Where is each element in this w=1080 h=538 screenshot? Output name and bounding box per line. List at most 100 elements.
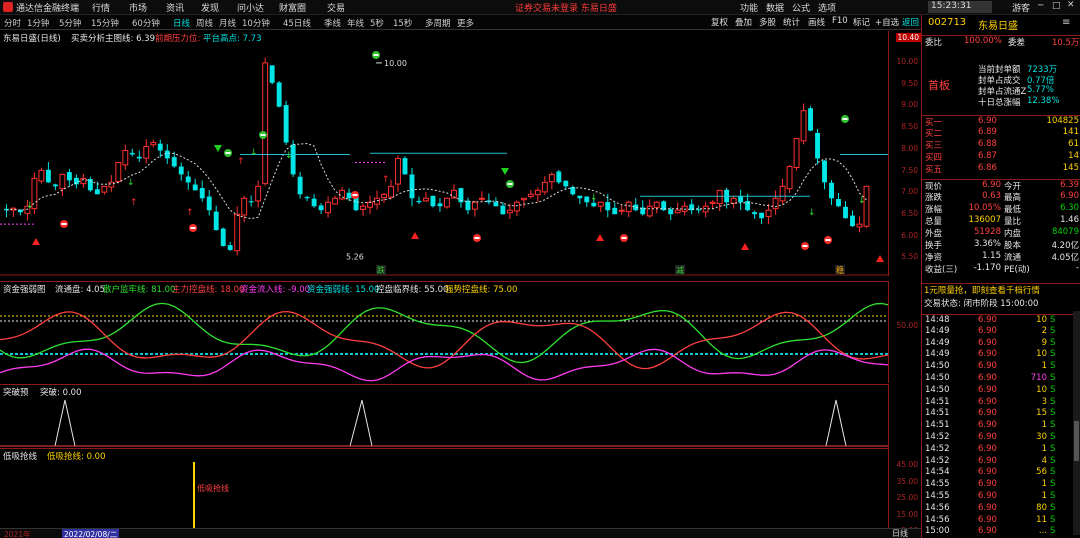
menu-item-5[interactable]: 财富圈 (279, 1, 306, 14)
period-tab-12[interactable]: 5秒 (370, 17, 384, 29)
candle (430, 195, 436, 208)
period-tab-9[interactable]: 45日线 (283, 17, 311, 29)
period-tab-4[interactable]: 60分钟 (132, 17, 160, 29)
candle (185, 170, 191, 190)
breakout-chart[interactable] (0, 396, 888, 448)
tick-time: 14:49 (925, 325, 950, 336)
menu-item-0[interactable]: 行情 (92, 1, 110, 14)
price-tick-0: 10.00 (896, 57, 918, 66)
ad-text[interactable]: 1元限量抢，即刻查看千档行情 (924, 284, 1040, 296)
fund-strength-chart[interactable] (0, 293, 888, 383)
stat-value: 4.20亿 (1051, 241, 1079, 251)
candle (339, 186, 346, 201)
toolbar-btn-6[interactable]: 标记 (853, 16, 870, 28)
candle (297, 171, 303, 199)
close-icon[interactable]: ✕ (1067, 0, 1075, 10)
menu-item-6[interactable]: 交易 (327, 1, 345, 14)
candlestick-chart[interactable]: 10.00 5.26 ↓ ↓ ↓ ↓ ↓ ↓ ↓ ↑ ↑ ↑ ↑ 跌 减 稳 (0, 43, 888, 276)
toolbar-btn-0[interactable]: 复权 (711, 16, 728, 28)
period-tab-15[interactable]: 更多 (457, 17, 474, 29)
buy-signal-icon (411, 232, 419, 239)
candle (822, 160, 827, 190)
period-tab-5[interactable]: 日线 (173, 17, 190, 29)
candle (548, 172, 555, 190)
panel-menu-icon[interactable]: ≡ (1062, 17, 1070, 28)
candle (129, 148, 135, 157)
right-menu-1[interactable]: 数据 (766, 1, 784, 14)
right-menu-2[interactable]: 公式 (792, 1, 810, 14)
scroll-thumb[interactable] (1074, 421, 1079, 461)
tick-row: 14:55 6.90 1 S (922, 479, 1080, 490)
tick-side: S (1050, 420, 1056, 431)
buy-order-volume: 145 (1062, 163, 1079, 173)
app-logo-icon (3, 2, 13, 12)
candle (143, 139, 150, 164)
candle (815, 128, 820, 165)
candle (367, 195, 373, 215)
tick-row: 14:48 6.90 10 S (922, 314, 1080, 325)
app-window: { "app":{"title":"通达信金融终端","logo_icon":"… (0, 0, 1080, 538)
period-tab-10[interactable]: 季线 (324, 17, 341, 29)
period-tab-6[interactable]: 周线 (196, 17, 213, 29)
candle (793, 138, 800, 171)
candle (800, 103, 807, 145)
toolbar-btn-1[interactable]: 叠加 (735, 16, 752, 28)
right-menu-3[interactable]: 选项 (818, 1, 836, 14)
toolbar-btn-3[interactable]: 统计 (783, 16, 800, 28)
candle (471, 200, 478, 217)
tick-side: S (1050, 467, 1056, 478)
buy-order-row[interactable]: 买一 6.90 104825 (922, 115, 1080, 128)
weibi-row: 委比 100.00% 委差 10.5万 (922, 35, 1080, 48)
minimize-icon[interactable]: ─ (1038, 1, 1043, 11)
tick-scrollbar[interactable] (1073, 311, 1080, 535)
buy-signal-icon (876, 255, 884, 262)
candle (856, 216, 863, 233)
ad-row[interactable]: 1元限量抢，即刻查看千档行情 (922, 283, 1080, 296)
pane4-tick-3: 15.00 (896, 509, 918, 519)
candle (192, 178, 198, 191)
buy-order-label: 买四 (925, 153, 943, 163)
period-tab[interactable]: 日线 (892, 528, 908, 538)
low-buy-chart[interactable]: 低吸抢线 (0, 460, 888, 528)
status-message[interactable]: 证券交易未登录 东易日盛 (515, 1, 617, 14)
price-axis: 10.40 10.00 9.50 9.00 8.50 8.00 7.50 7.00 6.50 6… (888, 31, 921, 276)
candle (681, 201, 688, 216)
user-name[interactable]: 游客 (1012, 1, 1030, 14)
tick-volume: 1 (1041, 443, 1047, 454)
period-tab-13[interactable]: 15秒 (393, 17, 412, 29)
period-tab-0[interactable]: 分时 (4, 17, 21, 29)
right-menu-0[interactable]: 功能 (740, 1, 758, 14)
toolbar-btn-2[interactable]: 多股 (759, 16, 776, 28)
period-tab-3[interactable]: 15分钟 (91, 17, 119, 29)
toolbar-btn-7[interactable]: +自选 (875, 16, 899, 28)
menu-item-3[interactable]: 发现 (201, 1, 219, 14)
tick-price: 6.90 (978, 455, 997, 466)
candle (213, 205, 219, 231)
buy-order-row[interactable]: 买三 6.88 61 (922, 139, 1080, 151)
toolbar-btn-5[interactable]: F10 (832, 16, 848, 26)
period-tab-14[interactable]: 多周期 (425, 17, 451, 29)
tick-side: S (1050, 455, 1056, 466)
date-left: 2021年 (4, 530, 31, 538)
period-tab-11[interactable]: 年线 (347, 17, 364, 29)
signal-mark-1: 减 (676, 265, 684, 275)
up-arrow-icon: ↑ (237, 157, 245, 167)
menu-item-4[interactable]: 问小达 (237, 1, 264, 14)
candle (227, 241, 233, 251)
period-tab-7[interactable]: 月线 (219, 17, 236, 29)
buy-order-row[interactable]: 买四 6.87 14 (922, 151, 1080, 163)
stat-value: - (1075, 263, 1079, 273)
stat-value: 1.15 (982, 251, 1001, 261)
buy-signal-icon (32, 238, 40, 245)
period-tab-8[interactable]: 10分钟 (242, 17, 270, 29)
price-tick-4: 8.00 (901, 143, 918, 153)
menu-item-2[interactable]: 资讯 (166, 1, 184, 14)
toolbar-btn-8[interactable]: 返回 (902, 16, 919, 28)
maximize-icon[interactable]: □ (1052, 1, 1061, 11)
period-tab-2[interactable]: 5分钟 (59, 17, 81, 29)
menu-item-1[interactable]: 市场 (129, 1, 147, 14)
buy-order-row[interactable]: 买二 6.89 141 (922, 127, 1080, 139)
period-tab-1[interactable]: 1分钟 (27, 17, 49, 29)
buy-order-row[interactable]: 买五 6.86 145 (922, 163, 1080, 175)
toolbar-btn-4[interactable]: 画线 (808, 16, 825, 28)
